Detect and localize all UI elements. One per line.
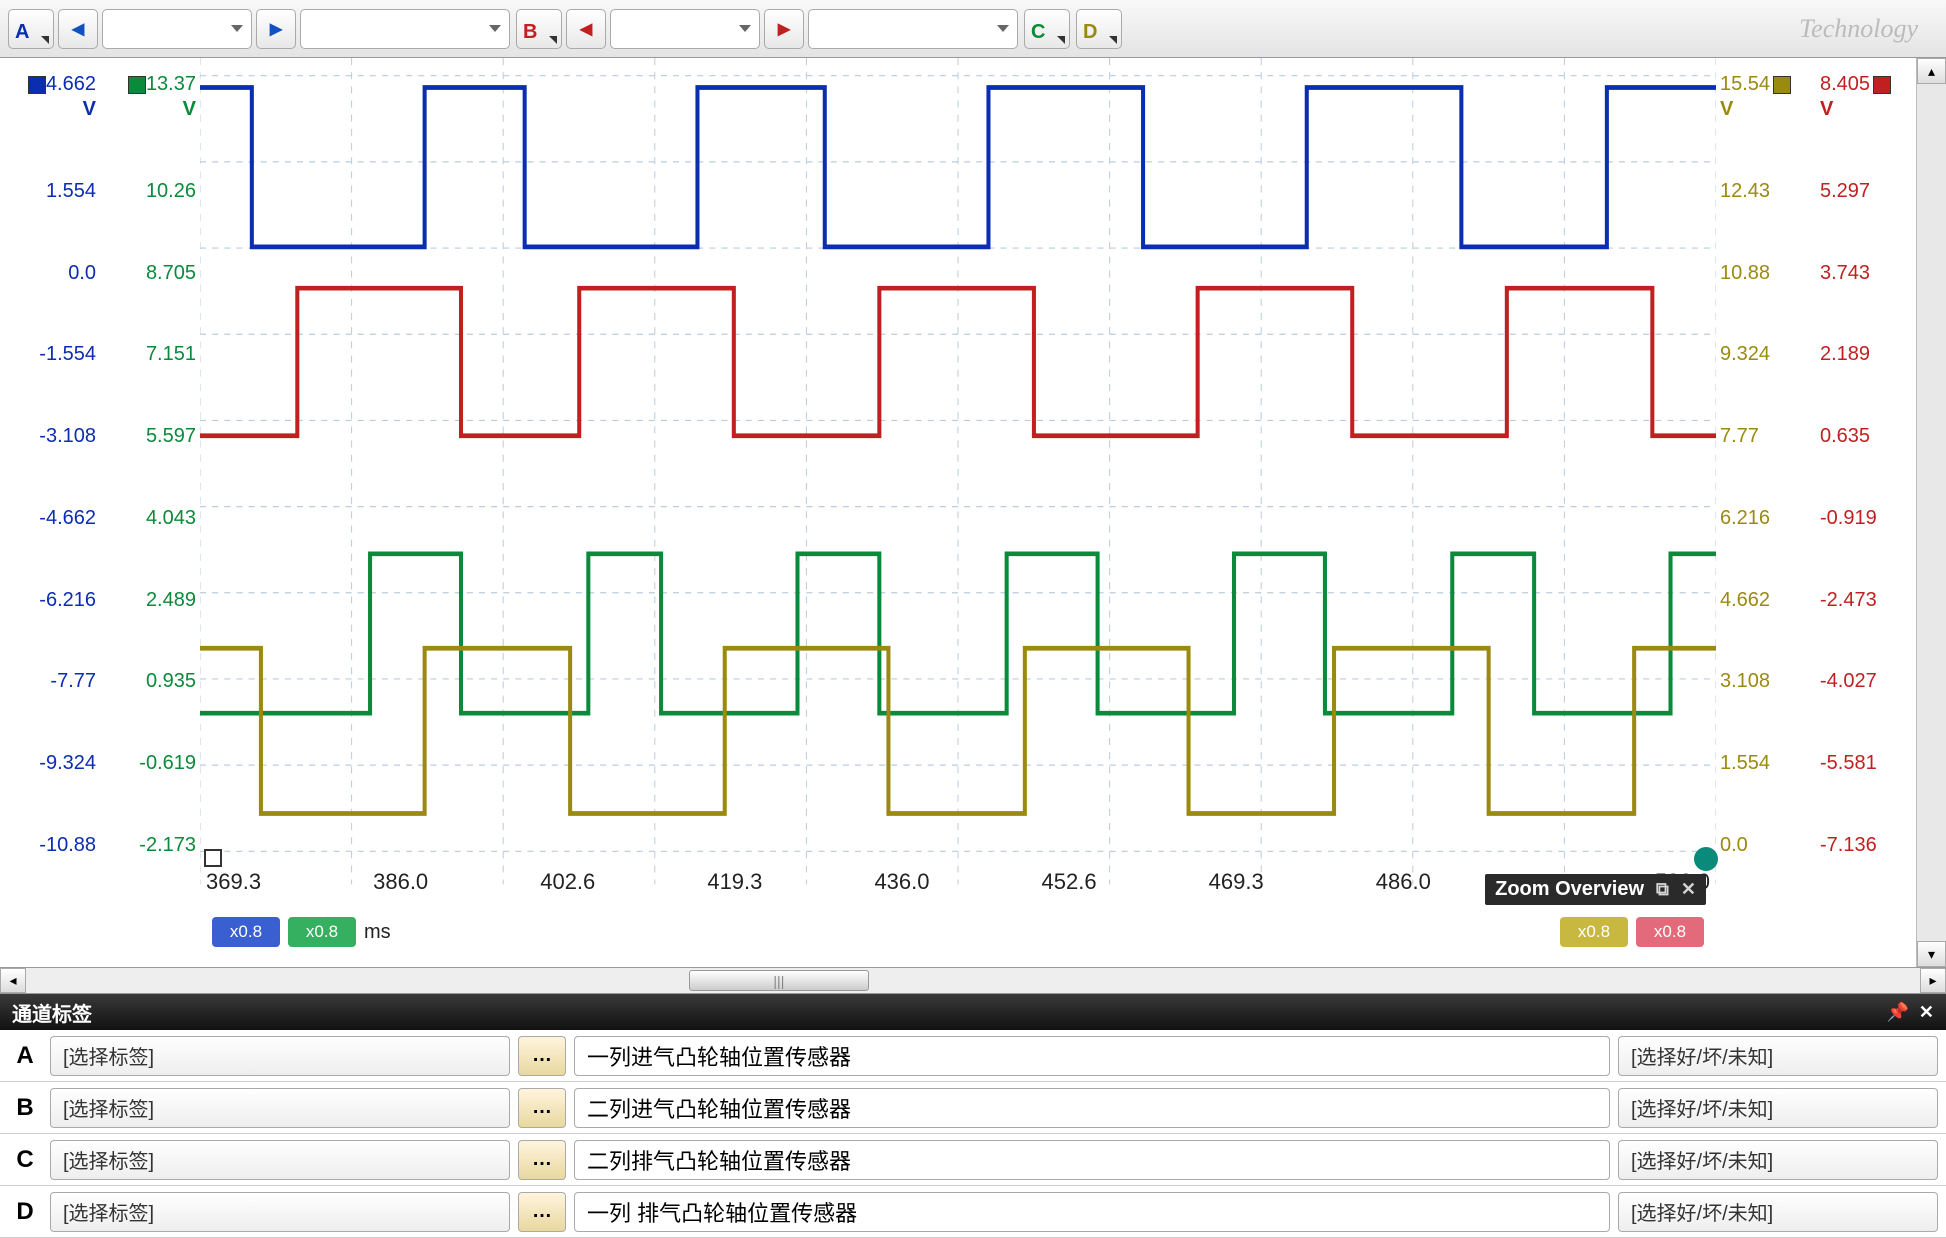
description-input[interactable]: 二列进气凸轮轴位置传感器	[574, 1088, 1610, 1128]
panel-header-icons: 📌 ✕	[1886, 1002, 1934, 1023]
channel-d-button[interactable]: D	[1076, 9, 1122, 49]
row-channel-letter: A	[0, 1042, 50, 1070]
vertical-scrollbar[interactable]: ▴ ▾	[1916, 58, 1946, 967]
dropdown-tri-icon	[549, 36, 557, 44]
channel-b-label: B	[523, 21, 537, 44]
yaxis-channel-a[interactable]: 4.662V1.5540.0-1.554-3.108-4.662-6.216-7…	[0, 58, 100, 967]
yaxis-channel-b[interactable]: 8.405V5.2973.7432.1890.635-0.919-2.473-4…	[1816, 58, 1916, 967]
channel-a-next-button[interactable]: ▶	[256, 9, 296, 49]
plot-area[interactable]: 369.3386.0402.6419.3436.0452.6469.3486.0…	[200, 58, 1716, 967]
zoom-badges-right: x0.8 x0.8	[1560, 917, 1704, 947]
label-row: B[选择标签]…二列进气凸轮轴位置传感器[选择好/坏/未知]	[0, 1082, 1946, 1134]
channel-b-prev-button[interactable]: ◀	[566, 9, 606, 49]
channel-b-group: B ◀ ▶	[516, 9, 1018, 49]
marker-square-icon[interactable]	[204, 849, 222, 867]
channel-labels-panel: A[选择标签]…一列进气凸轮轴位置传感器[选择好/坏/未知]B[选择标签]…二列…	[0, 1030, 1946, 1238]
popout-icon[interactable]: ⧉	[1656, 879, 1669, 900]
condition-select-dropdown[interactable]: [选择好/坏/未知]	[1618, 1088, 1938, 1128]
hscroll-track[interactable]: |||	[26, 968, 1920, 993]
dropdown-arrow-icon	[997, 25, 1009, 32]
zoom-badges-left: x0.8 x0.8 ms	[212, 917, 391, 947]
more-button[interactable]: …	[518, 1192, 566, 1232]
channel-c-label: C	[1031, 21, 1045, 44]
tag-select-dropdown[interactable]: [选择标签]	[50, 1088, 510, 1128]
label-row: D[选择标签]…一列 排气凸轮轴位置传感器[选择好/坏/未知]	[0, 1186, 1946, 1238]
label-row: C[选择标签]…二列排气凸轮轴位置传感器[选择好/坏/未知]	[0, 1134, 1946, 1186]
dropdown-tri-icon	[1109, 36, 1117, 44]
close-icon[interactable]: ✕	[1919, 1002, 1934, 1023]
x-unit-label: ms	[364, 921, 391, 944]
channel-labels-header[interactable]: 通道标签 📌 ✕	[0, 994, 1946, 1030]
channel-a-range-dropdown[interactable]	[102, 9, 252, 49]
vscroll-track[interactable]	[1917, 84, 1946, 941]
left-axes: 4.662V1.5540.0-1.554-3.108-4.662-6.216-7…	[0, 58, 200, 967]
panel-title: 通道标签	[12, 998, 92, 1027]
channel-c-button[interactable]: C	[1024, 9, 1070, 49]
dropdown-tri-icon	[1057, 36, 1065, 44]
channel-a-label: A	[15, 21, 29, 44]
yaxis-channel-c[interactable]: 13.37V10.268.7057.1515.5974.0432.4890.93…	[100, 58, 200, 967]
zoom-overview-badge[interactable]: Zoom Overview ⧉ ✕	[1485, 874, 1706, 905]
dropdown-arrow-icon	[231, 25, 243, 32]
zoom-b-badge[interactable]: x0.8	[1636, 917, 1704, 947]
yaxis-channel-d[interactable]: 15.54V12.4310.889.3247.776.2164.6623.108…	[1716, 58, 1816, 967]
channel-a-group: A ◀ ▶	[8, 9, 510, 49]
tag-select-dropdown[interactable]: [选择标签]	[50, 1140, 510, 1180]
row-channel-letter: D	[0, 1198, 50, 1226]
hscroll-thumb[interactable]: |||	[689, 970, 869, 991]
description-input[interactable]: 一列 排气凸轮轴位置传感器	[574, 1192, 1610, 1232]
horizontal-scrollbar[interactable]: ◂ ||| ▸	[0, 968, 1946, 994]
scroll-down-button[interactable]: ▾	[1917, 941, 1946, 967]
channel-a-coupling-dropdown[interactable]	[300, 9, 510, 49]
condition-select-dropdown[interactable]: [选择好/坏/未知]	[1618, 1140, 1938, 1180]
scroll-left-button[interactable]: ◂	[0, 968, 26, 993]
channel-b-coupling-dropdown[interactable]	[808, 9, 1018, 49]
scroll-right-button[interactable]: ▸	[1920, 968, 1946, 993]
pin-icon[interactable]: 📌	[1886, 1002, 1908, 1023]
condition-select-dropdown[interactable]: [选择好/坏/未知]	[1618, 1192, 1938, 1232]
top-toolbar: A ◀ ▶ B ◀ ▶ C D Technology	[0, 0, 1946, 58]
more-button[interactable]: …	[518, 1088, 566, 1128]
row-channel-letter: C	[0, 1146, 50, 1174]
channel-b-button[interactable]: B	[516, 9, 562, 49]
condition-select-dropdown[interactable]: [选择好/坏/未知]	[1618, 1036, 1938, 1076]
channel-b-range-dropdown[interactable]	[610, 9, 760, 49]
dropdown-tri-icon	[41, 36, 49, 44]
oscilloscope-chart: 4.662V1.5540.0-1.554-3.108-4.662-6.216-7…	[0, 58, 1946, 968]
marker-circle-icon[interactable]	[1694, 847, 1718, 871]
right-axes: 15.54V12.4310.889.3247.776.2164.6623.108…	[1716, 58, 1916, 967]
channel-d-label: D	[1083, 21, 1097, 44]
more-button[interactable]: …	[518, 1140, 566, 1180]
zoom-c-badge[interactable]: x0.8	[288, 917, 356, 947]
tag-select-dropdown[interactable]: [选择标签]	[50, 1192, 510, 1232]
dropdown-arrow-icon	[739, 25, 751, 32]
channel-b-next-button[interactable]: ▶	[764, 9, 804, 49]
description-input[interactable]: 一列进气凸轮轴位置传感器	[574, 1036, 1610, 1076]
zoom-overview-label: Zoom Overview	[1495, 878, 1644, 901]
waveform-svg	[200, 58, 1716, 967]
description-input[interactable]: 二列排气凸轮轴位置传感器	[574, 1140, 1610, 1180]
brand-logo: Technology	[1799, 14, 1918, 44]
scroll-up-button[interactable]: ▴	[1917, 58, 1946, 84]
dropdown-arrow-icon	[489, 25, 501, 32]
row-channel-letter: B	[0, 1094, 50, 1122]
tag-select-dropdown[interactable]: [选择标签]	[50, 1036, 510, 1076]
channel-a-button[interactable]: A	[8, 9, 54, 49]
close-icon[interactable]: ✕	[1681, 879, 1696, 900]
zoom-a-badge[interactable]: x0.8	[212, 917, 280, 947]
zoom-d-badge[interactable]: x0.8	[1560, 917, 1628, 947]
channel-a-prev-button[interactable]: ◀	[58, 9, 98, 49]
more-button[interactable]: …	[518, 1036, 566, 1076]
label-row: A[选择标签]…一列进气凸轮轴位置传感器[选择好/坏/未知]	[0, 1030, 1946, 1082]
